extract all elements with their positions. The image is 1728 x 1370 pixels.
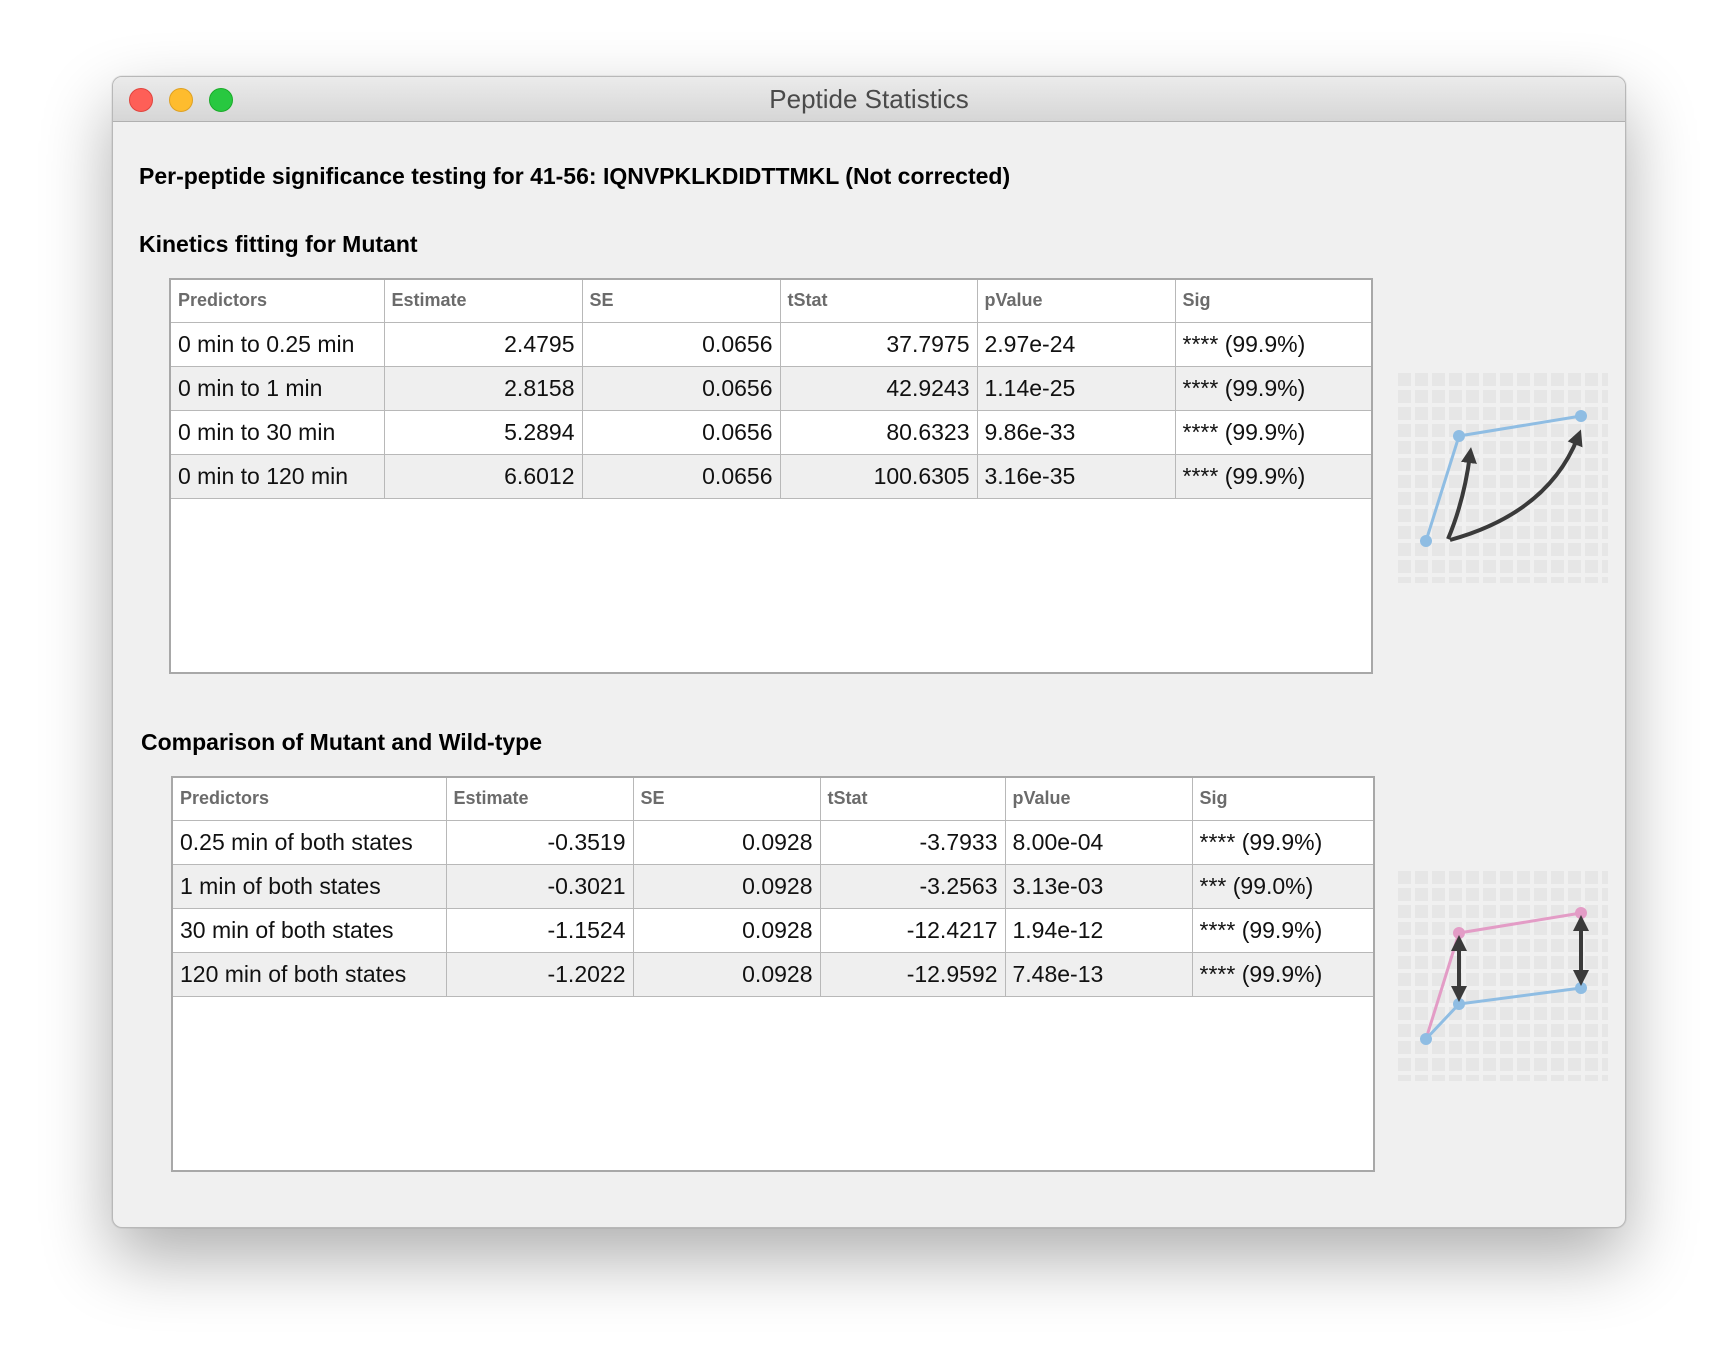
column-header-se[interactable]: SE [582,280,781,323]
table-row[interactable]: 30 min of both states -1.1524 0.0928 -12… [173,908,1373,953]
cell-pvalue: 7.48e-13 [1005,952,1193,997]
cell-tstat: -12.4217 [820,908,1006,953]
column-header-estimate[interactable]: Estimate [446,778,634,821]
cell-pvalue: 1.94e-12 [1005,908,1193,953]
cell-se: 0.0656 [582,454,781,499]
cell-predictor: 120 min of both states [173,952,447,997]
cell-estimate: 2.8158 [384,366,583,411]
table-row[interactable]: 120 min of both states -1.2022 0.0928 -1… [173,952,1373,997]
cell-se: 0.0656 [582,366,781,411]
column-header-pvalue[interactable]: pValue [977,280,1176,323]
column-header-predictors[interactable]: Predictors [171,280,385,323]
table-row[interactable]: 0 min to 30 min 5.2894 0.0656 80.6323 9.… [171,410,1371,455]
state-comparison-illustration-icon [1398,871,1608,1081]
cell-sig: **** (99.9%) [1175,410,1371,455]
cell-predictor: 0.25 min of both states [173,820,447,865]
column-header-se[interactable]: SE [633,778,821,821]
cell-se: 0.0928 [633,952,821,997]
cell-sig: **** (99.9%) [1175,366,1371,411]
cell-tstat: -3.2563 [820,864,1006,909]
cell-se: 0.0656 [582,410,781,455]
cell-estimate: 5.2894 [384,410,583,455]
table-row[interactable]: 0 min to 0.25 min 2.4795 0.0656 37.7975 … [171,322,1371,367]
cell-sig: **** (99.9%) [1175,322,1371,367]
table-header-row: Predictors Estimate SE tStat pValue Sig [173,778,1373,821]
cell-se: 0.0928 [633,864,821,909]
cell-predictor: 0 min to 120 min [171,454,385,499]
cell-sig: *** (99.0%) [1192,864,1373,909]
cell-tstat: 37.7975 [780,322,978,367]
cell-pvalue: 2.97e-24 [977,322,1176,367]
kinetics-fit-illustration-icon [1398,373,1608,583]
cell-sig: **** (99.9%) [1175,454,1371,499]
window-title: Peptide Statistics [769,84,969,114]
cell-se: 0.0928 [633,820,821,865]
cell-predictor: 0 min to 1 min [171,366,385,411]
cell-estimate: -1.2022 [446,952,634,997]
column-header-pvalue[interactable]: pValue [1005,778,1193,821]
cell-estimate: 6.6012 [384,454,583,499]
cell-estimate: -0.3021 [446,864,634,909]
cell-sig: **** (99.9%) [1192,952,1373,997]
column-header-estimate[interactable]: Estimate [384,280,583,323]
table-header-row: Predictors Estimate SE tStat pValue Sig [171,280,1371,323]
column-header-sig[interactable]: Sig [1175,280,1371,323]
cell-pvalue: 1.14e-25 [977,366,1176,411]
cell-predictor: 0 min to 0.25 min [171,322,385,367]
cell-tstat: 42.9243 [780,366,978,411]
cell-predictor: 0 min to 30 min [171,410,385,455]
table-row[interactable]: 0.25 min of both states -0.3519 0.0928 -… [173,820,1373,865]
cell-pvalue: 9.86e-33 [977,410,1176,455]
table-row[interactable]: 0 min to 1 min 2.8158 0.0656 42.9243 1.1… [171,366,1371,411]
cell-sig: **** (99.9%) [1192,820,1373,865]
table-row[interactable]: 0 min to 120 min 6.6012 0.0656 100.6305 … [171,454,1371,499]
cell-tstat: -3.7933 [820,820,1006,865]
cell-tstat: 100.6305 [780,454,978,499]
peptide-statistics-window: Peptide Statistics Per-peptide significa… [112,76,1626,1228]
column-header-predictors[interactable]: Predictors [173,778,447,821]
cell-pvalue: 8.00e-04 [1005,820,1193,865]
kinetics-table[interactable]: Predictors Estimate SE tStat pValue Sig … [169,278,1373,674]
column-header-tstat[interactable]: tStat [820,778,1006,821]
cell-estimate: -0.3519 [446,820,634,865]
cell-sig: **** (99.9%) [1192,908,1373,953]
table-row[interactable]: 1 min of both states -0.3021 0.0928 -3.2… [173,864,1373,909]
cell-estimate: 2.4795 [384,322,583,367]
cell-estimate: -1.1524 [446,908,634,953]
cell-predictor: 30 min of both states [173,908,447,953]
kinetics-heading: Kinetics fitting for Mutant [139,231,418,257]
column-header-tstat[interactable]: tStat [780,280,978,323]
comparison-heading: Comparison of Mutant and Wild-type [141,729,542,755]
page-heading: Per-peptide significance testing for 41-… [139,163,1011,189]
cell-predictor: 1 min of both states [173,864,447,909]
column-header-sig[interactable]: Sig [1192,778,1373,821]
cell-tstat: 80.6323 [780,410,978,455]
cell-se: 0.0928 [633,908,821,953]
cell-pvalue: 3.13e-03 [1005,864,1193,909]
cell-tstat: -12.9592 [820,952,1006,997]
cell-pvalue: 3.16e-35 [977,454,1176,499]
title-bar: Peptide Statistics [113,77,1625,122]
cell-se: 0.0656 [582,322,781,367]
comparison-table[interactable]: Predictors Estimate SE tStat pValue Sig … [171,776,1375,1172]
